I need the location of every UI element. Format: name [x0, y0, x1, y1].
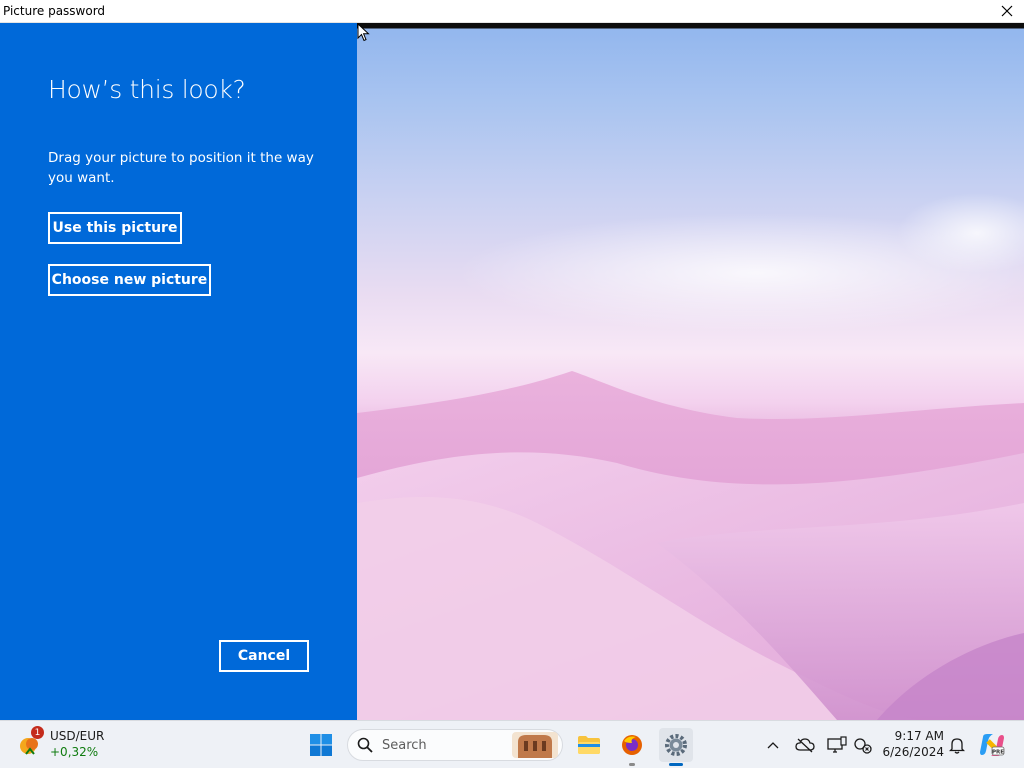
currency-widget[interactable]: 1 USD/EUR +0,32% — [18, 726, 128, 764]
window-title: Picture password — [3, 4, 106, 18]
show-hidden-icons-button[interactable] — [762, 733, 784, 757]
copilot-icon: PRE — [980, 734, 1005, 756]
chevron-up-icon — [767, 742, 779, 749]
title-bar: Picture password — [0, 0, 1024, 23]
windows-start-icon — [310, 734, 332, 756]
mouse-pointer-icon — [357, 23, 370, 42]
active-indicator — [669, 763, 683, 766]
display-button[interactable] — [826, 733, 848, 757]
running-indicator — [629, 763, 635, 766]
copilot-button[interactable]: PRE — [978, 733, 1006, 757]
notifications-button[interactable] — [946, 733, 968, 757]
settings-button[interactable] — [659, 728, 693, 766]
folder-icon — [578, 736, 600, 754]
network-icon — [854, 738, 872, 754]
clock[interactable]: 9:17 AM 6/26/2024 — [874, 728, 944, 760]
taskbar: 1 USD/EUR +0,32% Search 9:17 AM 6/26/202… — [0, 720, 1024, 768]
notification-badge: 1 — [31, 726, 44, 739]
widget-change: +0,32% — [50, 745, 99, 759]
panel-description: Drag your picture to position it the way… — [48, 150, 314, 186]
cancel-button[interactable]: Cancel — [219, 640, 309, 672]
monitor-icon — [827, 736, 847, 753]
picture-preview[interactable] — [357, 23, 1024, 720]
instructions-panel: How’s this look? Drag your picture to po… — [0, 23, 357, 720]
search-placeholder: Search — [382, 738, 427, 753]
search-icon — [357, 737, 373, 753]
settings-gear-icon — [665, 734, 687, 756]
firefox-icon — [622, 735, 642, 755]
network-button[interactable] — [852, 733, 874, 757]
desert-landscape-image — [357, 193, 1024, 720]
cloud-offline-icon — [795, 738, 815, 753]
widget-title: USD/EUR — [50, 729, 105, 743]
onedrive-button[interactable] — [794, 733, 816, 757]
taskbar-search[interactable]: Search — [347, 729, 563, 761]
close-icon — [1001, 5, 1013, 17]
svg-text:PRE: PRE — [992, 750, 1004, 756]
file-explorer-button[interactable] — [572, 728, 606, 762]
firefox-button[interactable] — [615, 728, 649, 766]
start-button[interactable] — [304, 728, 338, 762]
clock-time: 9:17 AM — [894, 729, 944, 743]
bell-icon — [949, 738, 965, 754]
search-highlight-image — [512, 732, 558, 758]
clock-date: 6/26/2024 — [882, 745, 944, 759]
choose-new-picture-button[interactable]: Choose new picture — [48, 264, 211, 296]
close-button[interactable] — [990, 0, 1024, 22]
panel-heading: How’s this look? — [48, 75, 246, 104]
use-this-picture-button[interactable]: Use this picture — [48, 212, 182, 244]
